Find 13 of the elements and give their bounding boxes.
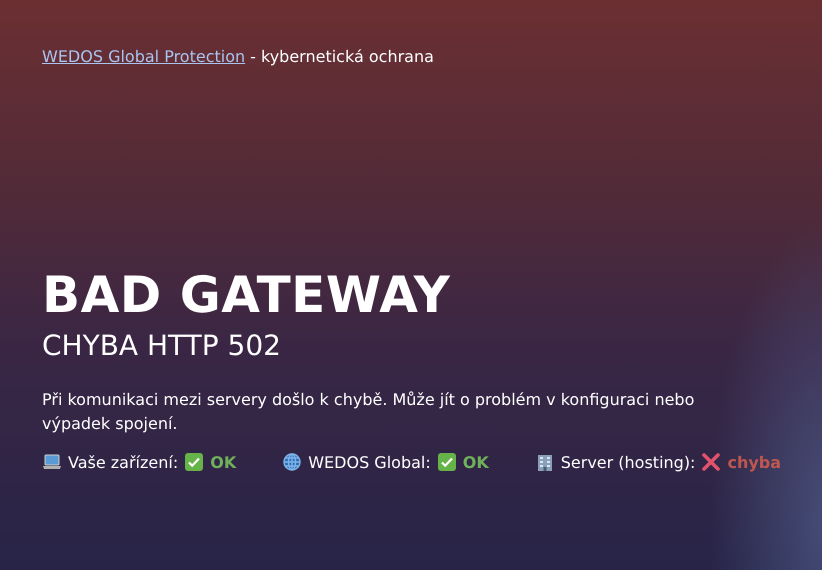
error-title: BAD GATEWAY bbox=[42, 265, 452, 326]
globe-icon bbox=[282, 452, 302, 472]
status-label: Vaše zařízení: bbox=[68, 452, 178, 472]
error-code: CHYBA HTTP 502 bbox=[42, 328, 282, 364]
status-label: WEDOS Global: bbox=[308, 452, 431, 472]
status-label: Server (hosting): bbox=[560, 452, 696, 472]
protection-link[interactable]: WEDOS Global Protection bbox=[42, 46, 246, 66]
header-text: - kybernetická ochrana bbox=[250, 46, 434, 66]
status-value: OK bbox=[210, 452, 236, 472]
status-value: chyba bbox=[727, 452, 782, 472]
laptop-icon bbox=[42, 452, 62, 472]
error-message: Při komunikaci mezi servery došlo k chybě. Může jít o problém v konfiguraci nebo výpadek spojení. bbox=[42, 389, 696, 435]
status-value: OK bbox=[462, 452, 489, 472]
